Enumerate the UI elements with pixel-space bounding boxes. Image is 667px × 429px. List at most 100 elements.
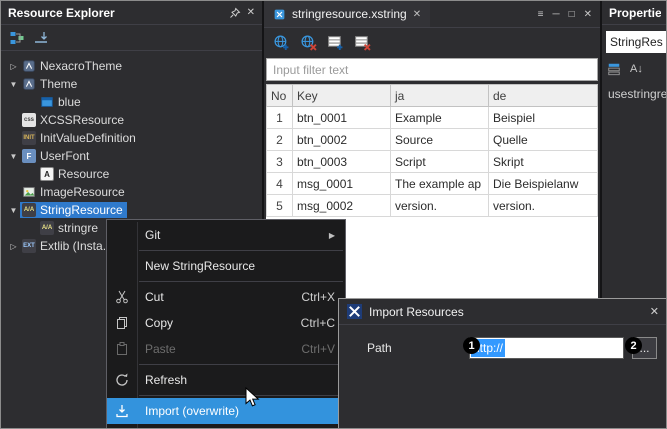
column-header-de[interactable]: de xyxy=(489,85,598,107)
tree-item-imageresource[interactable]: ImageResource xyxy=(1,183,262,201)
cell-ja[interactable]: Source xyxy=(391,129,489,151)
cell-key[interactable]: btn_0003 xyxy=(293,151,391,173)
sort-alpha-icon[interactable]: A↓ xyxy=(630,63,643,75)
menu-item-copy[interactable]: Copy Ctrl+C xyxy=(107,310,345,336)
cell-de[interactable]: Die Beispielanw xyxy=(489,173,598,195)
filter-input[interactable] xyxy=(266,58,598,81)
cell-de[interactable]: Beispiel xyxy=(489,107,598,129)
cell-no[interactable]: 4 xyxy=(267,173,293,195)
table-row: 4 msg_0001 The example ap Die Beispielan… xyxy=(267,173,598,195)
tree-item-xcssresource[interactable]: css XCSSResource xyxy=(1,111,262,129)
cell-de[interactable]: Skript xyxy=(489,151,598,173)
menu-item-label: New StringResource xyxy=(145,259,255,273)
import-resources-dialog: Import Resources ✕ Path http:// ... 1 2 xyxy=(338,298,667,429)
cell-de[interactable]: version. xyxy=(489,195,598,217)
cell-no[interactable]: 3 xyxy=(267,151,293,173)
minimize-icon[interactable]: ─ xyxy=(552,9,559,20)
properties-header: Properties xyxy=(602,1,667,25)
menu-item-import-overwrite[interactable]: Import (overwrite) xyxy=(107,398,345,424)
chevron-expanded-icon[interactable]: ▼ xyxy=(7,80,20,89)
properties-toolbar: A↓ xyxy=(607,59,643,79)
categorize-icon[interactable] xyxy=(607,62,621,77)
cell-ja[interactable]: version. xyxy=(391,195,489,217)
menu-separator xyxy=(139,364,343,365)
column-header-no[interactable]: No xyxy=(267,85,293,107)
menu-shortcut: Ctrl+C xyxy=(301,316,335,330)
editor-toolbar xyxy=(264,29,600,56)
extlib-icon: EXT xyxy=(22,239,36,253)
selected-tree-item[interactable]: A/A StringResource xyxy=(20,202,127,218)
maximize-icon[interactable]: □ xyxy=(569,9,575,20)
tab-stringresource-xstring[interactable]: stringresource.xstring ✕ xyxy=(264,1,430,27)
annotation-badge-2: 2 xyxy=(625,337,642,354)
cell-key[interactable]: btn_0001 xyxy=(293,107,391,129)
menu-item-refresh[interactable]: Refresh xyxy=(107,367,345,393)
chevron-collapsed-icon[interactable]: ▷ xyxy=(7,62,20,71)
tab-close-icon[interactable]: ✕ xyxy=(413,9,421,20)
close-icon[interactable]: ✕ xyxy=(650,305,659,318)
cell-de[interactable]: Quelle xyxy=(489,129,598,151)
delete-language-icon[interactable] xyxy=(300,34,317,51)
menu-item-paste[interactable]: Paste Ctrl+V xyxy=(107,336,345,362)
css-resource-icon: css xyxy=(22,113,36,127)
string-resource-icon: A/A xyxy=(22,203,36,217)
cell-no[interactable]: 2 xyxy=(267,129,293,151)
tree-item-nexacrotheme[interactable]: ▷ NexacroTheme xyxy=(1,57,262,75)
user-font-icon: F xyxy=(22,149,36,163)
menu-separator xyxy=(139,281,343,282)
column-header-key[interactable]: Key xyxy=(293,85,391,107)
tree-item-label: Extlib (Insta... xyxy=(40,239,113,253)
string-table: No Key ja de 1 btn_0001 Example Beispiel… xyxy=(266,84,598,217)
tree-item-label: blue xyxy=(58,95,81,109)
cell-no[interactable]: 1 xyxy=(267,107,293,129)
pin-icon[interactable] xyxy=(229,7,241,19)
add-string-row-icon[interactable] xyxy=(327,34,344,51)
close-icon[interactable]: ✕ xyxy=(584,9,592,20)
tab-list-icon[interactable]: ≡ xyxy=(538,9,544,20)
menu-separator xyxy=(139,250,343,251)
object-selector[interactable]: StringRes xyxy=(606,31,667,53)
cell-ja[interactable]: Example xyxy=(391,107,489,129)
dialog-titlebar[interactable]: Import Resources ✕ xyxy=(339,299,667,325)
cell-key[interactable]: msg_0001 xyxy=(293,173,391,195)
table-row: 2 btn_0002 Source Quelle xyxy=(267,129,598,151)
resource-explorer-toolbar xyxy=(1,25,262,51)
add-language-icon[interactable] xyxy=(273,34,290,51)
submenu-arrow-icon: ▶ xyxy=(329,231,335,240)
cell-ja[interactable]: Script xyxy=(391,151,489,173)
tree-item-stringresource[interactable]: ▼ A/A StringResource xyxy=(1,201,262,219)
close-icon[interactable]: ✕ xyxy=(247,8,255,18)
tree-item-font-resource[interactable]: A Resource xyxy=(1,165,262,183)
font-a-icon: A xyxy=(40,167,54,181)
paste-icon xyxy=(114,341,130,357)
import-resource-icon[interactable] xyxy=(33,30,49,46)
menu-item-export[interactable]: Export xyxy=(107,424,345,429)
import-icon xyxy=(114,403,130,419)
path-input[interactable]: http:// xyxy=(469,337,624,359)
menu-item-new-stringresource[interactable]: New StringResource xyxy=(107,253,345,279)
cell-no[interactable]: 5 xyxy=(267,195,293,217)
tree-item-label: UserFont xyxy=(40,149,89,163)
editor-window-controls: ≡ ─ □ ✕ xyxy=(538,9,600,20)
link-with-editor-icon[interactable] xyxy=(9,30,25,46)
menu-item-cut[interactable]: Cut Ctrl+X xyxy=(107,284,345,310)
menu-item-git[interactable]: Git ▶ xyxy=(107,222,345,248)
tree-item-label: stringre xyxy=(58,221,98,235)
tree-item-theme[interactable]: ▼ Theme xyxy=(1,75,262,93)
refresh-icon xyxy=(114,372,130,388)
tab-title: stringresource.xstring xyxy=(292,7,407,21)
tree-item-initvaluedefinition[interactable]: INIT InitValueDefinition xyxy=(1,129,262,147)
property-row-label[interactable]: usestringre xyxy=(608,87,667,101)
cell-key[interactable]: msg_0002 xyxy=(293,195,391,217)
column-header-ja[interactable]: ja xyxy=(391,85,489,107)
chevron-collapsed-icon[interactable]: ▷ xyxy=(7,242,20,251)
delete-string-row-icon[interactable] xyxy=(354,34,371,51)
cell-key[interactable]: btn_0002 xyxy=(293,129,391,151)
tree-item-blue[interactable]: blue xyxy=(1,93,262,111)
chevron-expanded-icon[interactable]: ▼ xyxy=(7,152,20,161)
chevron-expanded-icon[interactable]: ▼ xyxy=(7,206,20,215)
cell-ja[interactable]: The example ap xyxy=(391,173,489,195)
editor-tab-bar: stringresource.xstring ✕ ≡ ─ □ ✕ xyxy=(264,1,600,28)
tree-item-userfont[interactable]: ▼ F UserFont xyxy=(1,147,262,165)
blue-theme-icon xyxy=(40,95,54,109)
